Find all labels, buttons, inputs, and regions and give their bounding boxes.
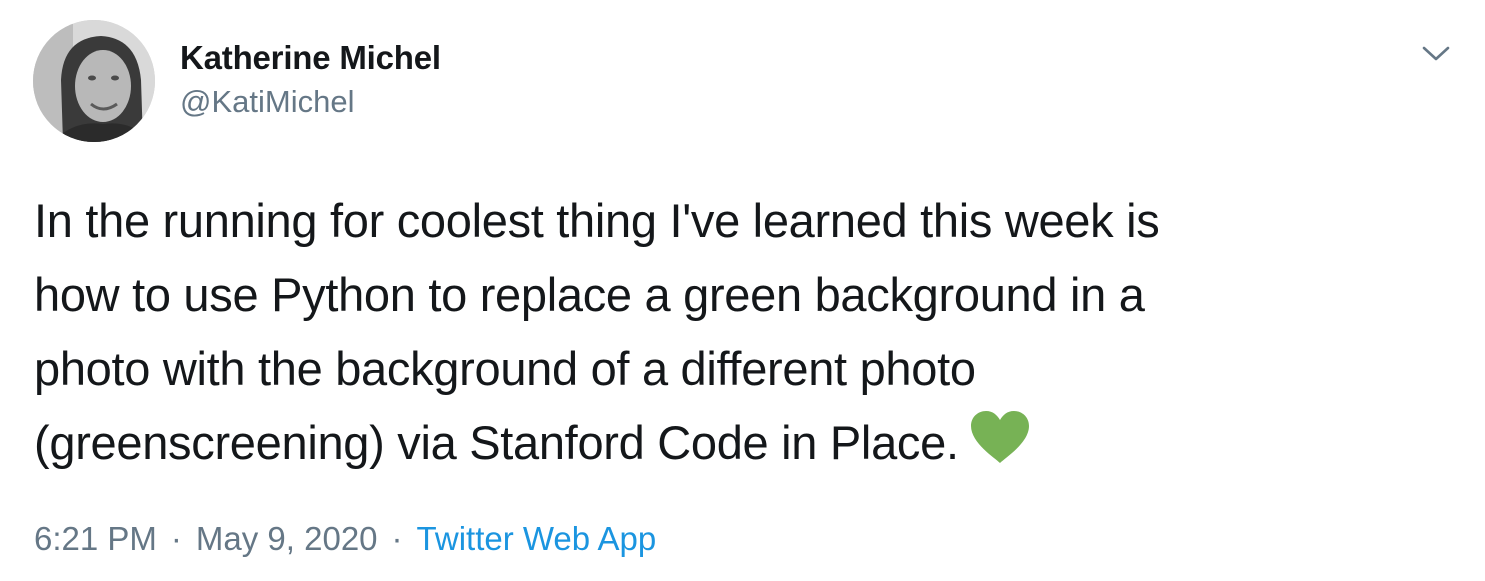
tweet-time[interactable]: 6:21 PM [34, 520, 157, 557]
display-name[interactable]: Katherine Michel [180, 36, 441, 80]
tweet-meta: 6:21 PM · May 9, 2020 · Twitter Web App [34, 516, 656, 562]
tweet-text-segment: (greenscreening) via Stanford Code in Pl… [34, 416, 959, 469]
tweet-source-link[interactable]: Twitter Web App [417, 520, 657, 557]
tweet-date[interactable]: May 9, 2020 [196, 520, 378, 557]
meta-separator: · [391, 520, 403, 557]
tweet-card: Katherine Michel @KatiMichel In the runn… [0, 0, 1485, 581]
tweet-menu-button[interactable] [1419, 38, 1453, 68]
tweet-text-line: how to use Python to replace a green bac… [34, 268, 1145, 321]
tweet-text: In the running for coolest thing I've le… [34, 184, 1434, 486]
tweet-text-line: In the running for coolest thing I've le… [34, 194, 1160, 247]
tweet-text-line: photo with the background of a different… [34, 342, 976, 395]
tweet-author: Katherine Michel @KatiMichel [180, 36, 441, 122]
meta-separator: · [170, 520, 182, 557]
chevron-down-icon [1422, 46, 1450, 61]
green-heart-icon [969, 409, 1031, 486]
tweet-text-line: (greenscreening) via Stanford Code in Pl… [34, 406, 1434, 486]
avatar[interactable] [33, 20, 155, 142]
profile-photo-icon [33, 20, 155, 142]
user-handle[interactable]: @KatiMichel [180, 82, 441, 122]
